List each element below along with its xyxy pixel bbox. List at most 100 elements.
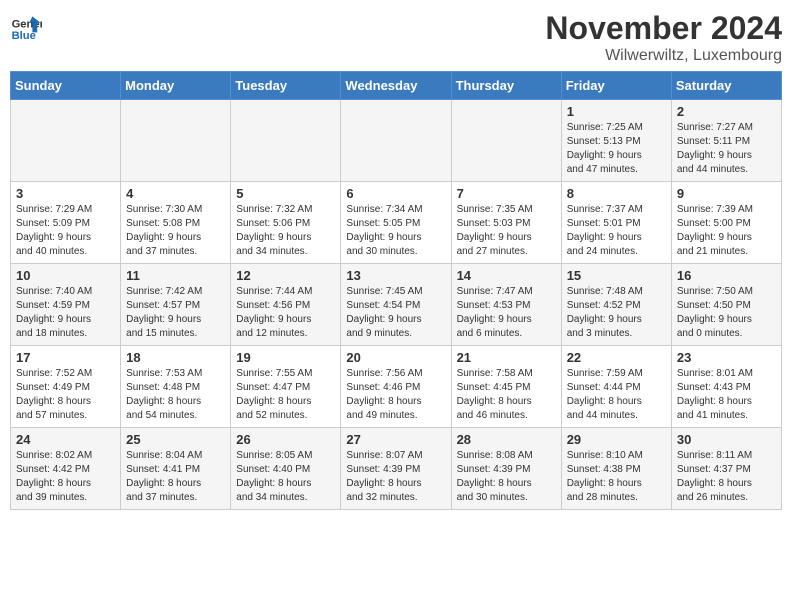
calendar-week-1: 1 Sunrise: 7:25 AM Sunset: 5:13 PM Daylig…: [11, 100, 782, 182]
calendar-cell: 25 Sunrise: 8:04 AM Sunset: 4:41 PM Dayli…: [121, 428, 231, 510]
calendar-body: 1 Sunrise: 7:25 AM Sunset: 5:13 PM Daylig…: [11, 100, 782, 510]
calendar-cell: 20 Sunrise: 7:56 AM Sunset: 4:46 PM Dayli…: [341, 346, 451, 428]
day-number: 12: [236, 268, 335, 283]
day-number: 25: [126, 432, 225, 447]
day-number: 3: [16, 186, 115, 201]
day-number: 7: [457, 186, 556, 201]
calendar-cell: 11Sunrise: 7:42 AM Sunset: 4:57 PM Dayli…: [121, 264, 231, 346]
calendar-cell: 7Sunrise: 7:35 AM Sunset: 5:03 PM Daylig…: [451, 182, 561, 264]
day-number: 19: [236, 350, 335, 365]
day-number: 26: [236, 432, 335, 447]
day-info: Sunrise: 7:58 AM Sunset: 4:45 PM Dayligh…: [457, 367, 556, 423]
day-info: Sunrise: 7:30 AM Sunset: 5:08 PM Dayligh…: [126, 203, 225, 259]
day-info: Sunrise: 7:47 AM Sunset: 4:53 PM Dayligh…: [457, 285, 556, 341]
day-number: 10: [16, 268, 115, 283]
column-header-tuesday: Tuesday: [231, 72, 341, 100]
day-info: Sunrise: 7:25 AM Sunset: 5:13 PM Dayligh…: [567, 121, 666, 177]
day-info: Sunrise: 8:11 AM Sunset: 4:37 PM Dayligh…: [677, 449, 776, 505]
calendar-cell: 14 Sunrise: 7:47 AM Sunset: 4:53 PM Dayli…: [451, 264, 561, 346]
day-number: 17: [16, 350, 115, 365]
day-number: 9: [677, 186, 776, 201]
header: General Blue November 2024 Wilwerwiltz, …: [10, 10, 782, 65]
calendar-cell: 6 Sunrise: 7:34 AM Sunset: 5:05 PM Daylig…: [341, 182, 451, 264]
calendar-cell: 8 Sunrise: 7:37 AM Sunset: 5:01 PM Daylig…: [561, 182, 671, 264]
day-number: 2: [677, 104, 776, 119]
calendar-cell: 5 Sunrise: 7:32 AM Sunset: 5:06 PM Daylig…: [231, 182, 341, 264]
calendar-cell: 28Sunrise: 8:08 AM Sunset: 4:39 PM Dayli…: [451, 428, 561, 510]
day-number: 16: [677, 268, 776, 283]
day-number: 20: [346, 350, 445, 365]
day-info: Sunrise: 7:40 AM Sunset: 4:59 PM Dayligh…: [16, 285, 115, 341]
calendar-cell: 13Sunrise: 7:45 AM Sunset: 4:54 PM Dayli…: [341, 264, 451, 346]
calendar-table: SundayMondayTuesdayWednesdayThursdayFrid…: [10, 71, 782, 510]
column-header-sunday: Sunday: [11, 72, 121, 100]
day-number: 14: [457, 268, 556, 283]
day-number: 15: [567, 268, 666, 283]
svg-text:Blue: Blue: [12, 30, 36, 42]
day-info: Sunrise: 8:01 AM Sunset: 4:43 PM Dayligh…: [677, 367, 776, 423]
calendar-header-row: SundayMondayTuesdayWednesdayThursdayFrid…: [11, 72, 782, 100]
column-header-saturday: Saturday: [671, 72, 781, 100]
day-number: 1: [567, 104, 666, 119]
day-info: Sunrise: 7:32 AM Sunset: 5:06 PM Dayligh…: [236, 203, 335, 259]
day-info: Sunrise: 7:48 AM Sunset: 4:52 PM Dayligh…: [567, 285, 666, 341]
day-info: Sunrise: 7:44 AM Sunset: 4:56 PM Dayligh…: [236, 285, 335, 341]
day-info: Sunrise: 8:05 AM Sunset: 4:40 PM Dayligh…: [236, 449, 335, 505]
calendar-cell: [121, 100, 231, 182]
calendar-cell: 24 Sunrise: 8:02 AM Sunset: 4:42 PM Dayli…: [11, 428, 121, 510]
column-header-wednesday: Wednesday: [341, 72, 451, 100]
day-info: Sunrise: 7:59 AM Sunset: 4:44 PM Dayligh…: [567, 367, 666, 423]
day-info: Sunrise: 8:07 AM Sunset: 4:39 PM Dayligh…: [346, 449, 445, 505]
calendar-cell: 29Sunrise: 8:10 AM Sunset: 4:38 PM Dayli…: [561, 428, 671, 510]
calendar-cell: 4 Sunrise: 7:30 AM Sunset: 5:08 PM Daylig…: [121, 182, 231, 264]
location: Wilwerwiltz, Luxembourg: [545, 47, 782, 65]
calendar-cell: 18Sunrise: 7:53 AM Sunset: 4:48 PM Dayli…: [121, 346, 231, 428]
calendar-cell: [341, 100, 451, 182]
calendar-cell: 21 Sunrise: 7:58 AM Sunset: 4:45 PM Dayli…: [451, 346, 561, 428]
calendar-cell: 12 Sunrise: 7:44 AM Sunset: 4:56 PM Dayli…: [231, 264, 341, 346]
calendar-cell: 3 Sunrise: 7:29 AM Sunset: 5:09 PM Daylig…: [11, 182, 121, 264]
calendar-cell: [451, 100, 561, 182]
title-area: November 2024 Wilwerwiltz, Luxembourg: [545, 10, 782, 65]
day-info: Sunrise: 7:52 AM Sunset: 4:49 PM Dayligh…: [16, 367, 115, 423]
calendar-cell: 10 Sunrise: 7:40 AM Sunset: 4:59 PM Dayli…: [11, 264, 121, 346]
day-number: 24: [16, 432, 115, 447]
day-info: Sunrise: 7:56 AM Sunset: 4:46 PM Dayligh…: [346, 367, 445, 423]
calendar-week-4: 17 Sunrise: 7:52 AM Sunset: 4:49 PM Dayli…: [11, 346, 782, 428]
day-info: Sunrise: 7:39 AM Sunset: 5:00 PM Dayligh…: [677, 203, 776, 259]
day-info: Sunrise: 8:02 AM Sunset: 4:42 PM Dayligh…: [16, 449, 115, 505]
day-info: Sunrise: 7:42 AM Sunset: 4:57 PM Dayligh…: [126, 285, 225, 341]
column-header-thursday: Thursday: [451, 72, 561, 100]
day-number: 5: [236, 186, 335, 201]
day-info: Sunrise: 7:45 AM Sunset: 4:54 PM Dayligh…: [346, 285, 445, 341]
day-number: 21: [457, 350, 556, 365]
calendar-cell: 9 Sunrise: 7:39 AM Sunset: 5:00 PM Daylig…: [671, 182, 781, 264]
day-info: Sunrise: 7:50 AM Sunset: 4:50 PM Dayligh…: [677, 285, 776, 341]
calendar-cell: 15 Sunrise: 7:48 AM Sunset: 4:52 PM Dayli…: [561, 264, 671, 346]
calendar-week-5: 24 Sunrise: 8:02 AM Sunset: 4:42 PM Dayli…: [11, 428, 782, 510]
day-number: 4: [126, 186, 225, 201]
calendar-cell: 27 Sunrise: 8:07 AM Sunset: 4:39 PM Dayli…: [341, 428, 451, 510]
day-number: 18: [126, 350, 225, 365]
calendar-week-3: 10 Sunrise: 7:40 AM Sunset: 4:59 PM Dayli…: [11, 264, 782, 346]
day-number: 6: [346, 186, 445, 201]
day-number: 8: [567, 186, 666, 201]
calendar-cell: 26 Sunrise: 8:05 AM Sunset: 4:40 PM Dayli…: [231, 428, 341, 510]
logo-icon: General Blue: [10, 10, 42, 42]
day-info: Sunrise: 7:29 AM Sunset: 5:09 PM Dayligh…: [16, 203, 115, 259]
calendar-cell: 19Sunrise: 7:55 AM Sunset: 4:47 PM Dayli…: [231, 346, 341, 428]
day-number: 27: [346, 432, 445, 447]
calendar-cell: 17 Sunrise: 7:52 AM Sunset: 4:49 PM Dayli…: [11, 346, 121, 428]
calendar-cell: 30 Sunrise: 8:11 AM Sunset: 4:37 PM Dayli…: [671, 428, 781, 510]
calendar-cell: [231, 100, 341, 182]
day-info: Sunrise: 7:37 AM Sunset: 5:01 PM Dayligh…: [567, 203, 666, 259]
calendar-cell: 1 Sunrise: 7:25 AM Sunset: 5:13 PM Daylig…: [561, 100, 671, 182]
calendar-cell: 23Sunrise: 8:01 AM Sunset: 4:43 PM Dayli…: [671, 346, 781, 428]
day-info: Sunrise: 7:34 AM Sunset: 5:05 PM Dayligh…: [346, 203, 445, 259]
calendar-cell: 16 Sunrise: 7:50 AM Sunset: 4:50 PM Dayli…: [671, 264, 781, 346]
day-number: 30: [677, 432, 776, 447]
calendar-week-2: 3 Sunrise: 7:29 AM Sunset: 5:09 PM Daylig…: [11, 182, 782, 264]
day-number: 22: [567, 350, 666, 365]
day-info: Sunrise: 8:04 AM Sunset: 4:41 PM Dayligh…: [126, 449, 225, 505]
month-title: November 2024: [545, 10, 782, 47]
